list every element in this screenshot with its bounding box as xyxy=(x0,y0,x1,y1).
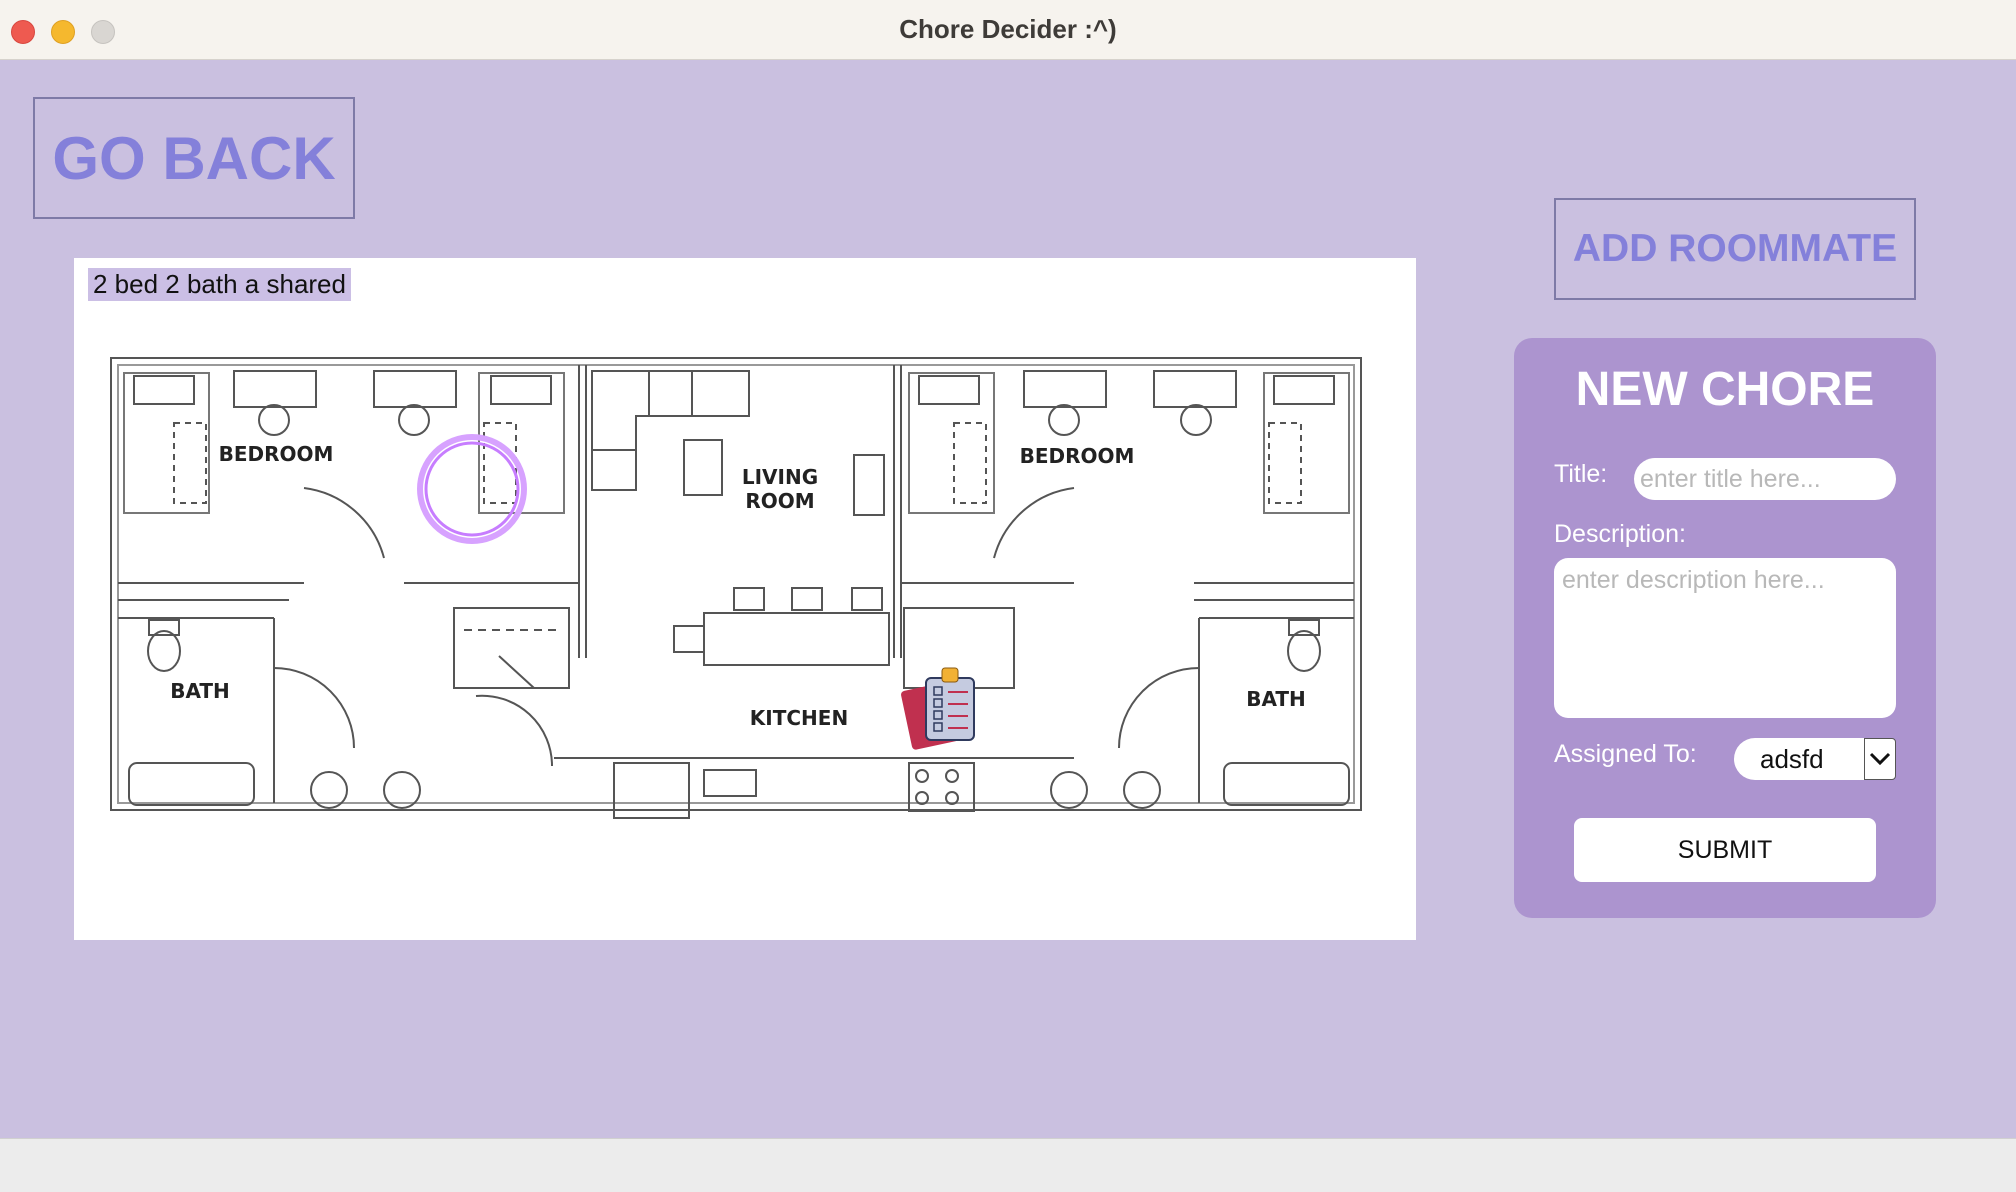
floorplan-label: 2 bed 2 bath a shared xyxy=(88,268,351,301)
room-label-bedroom-right: BEDROOM xyxy=(1020,444,1135,468)
submit-button[interactable]: SUBMIT xyxy=(1574,818,1876,882)
description-label: Description: xyxy=(1554,520,1686,548)
assigned-to-select[interactable]: adsfd xyxy=(1734,738,1896,780)
title-input[interactable] xyxy=(1634,458,1896,500)
chevron-down-icon[interactable] xyxy=(1864,738,1896,780)
ring-marker[interactable] xyxy=(417,434,527,544)
description-input[interactable] xyxy=(1554,558,1896,718)
floorplan-panel: BEDROOM BEDROOM LIVING ROOM BATH BATH KI… xyxy=(74,258,1416,940)
form-heading: NEW CHORE xyxy=(1575,363,1875,416)
room-label-bedroom-left: BEDROOM xyxy=(219,442,334,466)
window-titlebar: Chore Decider :^) xyxy=(0,0,2016,60)
assigned-to-value: adsfd xyxy=(1760,744,1824,774)
window-title: Chore Decider :^) xyxy=(899,14,1117,44)
go-back-button[interactable]: GO BACK xyxy=(33,97,355,219)
room-label-living-1: LIVING xyxy=(742,465,818,489)
clipboard-icon[interactable] xyxy=(900,667,975,750)
title-label: Title: xyxy=(1554,460,1608,488)
room-label-living-2: ROOM xyxy=(745,489,814,513)
window-bottom-bar xyxy=(0,1138,2016,1192)
floorplan-drawing[interactable]: BEDROOM BEDROOM LIVING ROOM BATH BATH KI… xyxy=(74,258,1416,940)
app-area: GO BACK ADD ROOMMATE BEDROOM BEDROOM LIV… xyxy=(0,60,2016,1138)
assigned-to-label: Assigned To: xyxy=(1554,740,1697,768)
add-roommate-button[interactable]: ADD ROOMMATE xyxy=(1554,198,1916,300)
room-label-bath-right: BATH xyxy=(1246,687,1306,711)
room-label-bath-left: BATH xyxy=(170,679,230,703)
room-label-kitchen: KITCHEN xyxy=(750,706,848,730)
new-chore-form: NEW CHORE Title: Description: Assigned T… xyxy=(1514,338,1936,918)
